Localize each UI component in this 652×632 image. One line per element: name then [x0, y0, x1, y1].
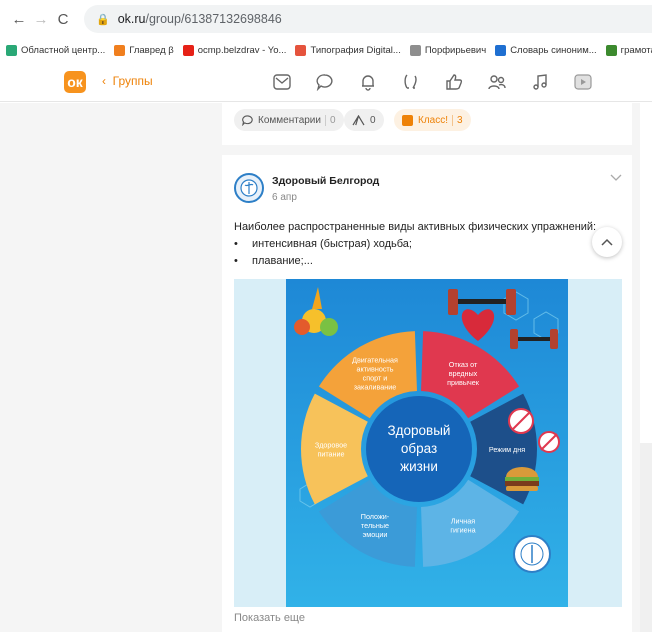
list-item: • плавание;... [234, 253, 626, 270]
wheel-segment-label: Личная [451, 517, 475, 526]
post-card: Здоровый Белгород 6 апр Наиболее распрос… [222, 155, 632, 632]
wheel-segment-label: активность [357, 364, 394, 373]
share-button[interactable]: 0 [344, 109, 384, 131]
list-item: • интенсивная (быстрая) ходьба; [234, 236, 626, 253]
guests-icon[interactable] [391, 71, 431, 93]
wheel-segment-label: закаливание [354, 382, 397, 391]
groups-back-link[interactable]: ‹ Группы [102, 74, 153, 88]
bookmark-label: Областной центр... [21, 44, 106, 56]
music-icon[interactable] [520, 71, 560, 93]
group-name[interactable]: Здоровый Белгород [272, 175, 379, 187]
klass-icon [402, 114, 413, 126]
bookmark-label: Главред β [129, 44, 174, 56]
bookmark-label: Типография Digital... [310, 44, 401, 56]
wheel-segment-label: Положи- [361, 512, 390, 521]
wheel-segment-label: привычек [447, 378, 480, 387]
bookmark-label: Порфирьевич [424, 44, 487, 56]
show-more-link[interactable]: Показать еще [234, 612, 305, 624]
right-panel-lower [640, 443, 652, 632]
url-path: /group/61387132698846 [145, 12, 282, 26]
url-domain: ok.ru [117, 12, 146, 26]
prev-post-actions: Комментарии 0 0 Класс! 3 [222, 103, 632, 145]
wheel-segment-label: гигиена [450, 526, 475, 535]
groups-back-label: Группы [112, 74, 153, 88]
video-icon[interactable] [563, 71, 603, 93]
bookmark-label: ocmp.belzdrav - Yo... [197, 44, 287, 56]
top-nav-icons [262, 71, 606, 93]
burger-illustration [505, 467, 539, 491]
bookmark-favicon-icon [605, 44, 617, 56]
bookmark-item[interactable]: Типография Digital... [295, 44, 401, 56]
post-text: Наиболее распространенные виды активных … [234, 219, 626, 270]
wheel-center-label: жизни [400, 459, 438, 474]
infographic: Двигательнаяактивностьспорт изакаливание… [234, 279, 622, 607]
wheel-segment-label: Режим дня [489, 445, 525, 454]
group-avatar[interactable] [234, 173, 264, 203]
bookmark-favicon-icon [409, 44, 421, 56]
chat-icon[interactable] [305, 71, 345, 93]
bookmark-label: Словарь синоним... [510, 44, 597, 56]
ok-logo[interactable]: ок [64, 71, 86, 93]
wheel-center-label: Здоровый [388, 423, 451, 438]
forward-arrow-icon[interactable]: → [30, 11, 52, 28]
left-sidebar [0, 103, 222, 632]
bookmark-item[interactable]: Главред β [114, 44, 174, 56]
wheel-segment-label: питание [317, 450, 344, 459]
back-arrow-icon[interactable]: ← [8, 11, 30, 28]
klass-count: 3 [452, 114, 463, 126]
wheel-segment-label: вредных [449, 369, 478, 378]
bookmark-label: грамота [620, 44, 652, 56]
bookmark-favicon-icon [114, 44, 126, 56]
bookmark-item[interactable]: ocmp.belzdrav - Yo... [182, 44, 287, 56]
right-panel [640, 103, 652, 443]
shares-count: 0 [370, 114, 376, 126]
bell-icon[interactable] [348, 71, 388, 93]
friends-icon[interactable] [477, 71, 517, 93]
wheel-segment-label: тельные [361, 521, 389, 530]
wheel-segment-label: Здоровое [315, 441, 347, 450]
wheel-segment-label: эмоции [363, 530, 388, 539]
feed-area: Комментарии 0 0 Класс! 3 Здоровый Белгор… [0, 103, 652, 632]
comments-label: Комментарии [258, 114, 321, 126]
bookmark-item[interactable]: Областной центр... [6, 44, 106, 56]
share-icon [352, 114, 365, 125]
reload-icon[interactable]: C [52, 11, 74, 28]
bookmarks-bar: Областной центр... Главред β ocmp.belzdrav… [0, 38, 652, 62]
mail-icon[interactable] [262, 71, 302, 93]
wheel-segment-label: спорт и [363, 373, 388, 382]
comments-count: 0 [324, 114, 336, 126]
emblem-logo [513, 535, 551, 573]
post-intro: Наиболее распространенные виды активных … [234, 221, 597, 233]
bookmark-item[interactable]: грамота [605, 44, 652, 56]
bookmark-favicon-icon [182, 44, 194, 56]
wheel-segment-label: Отказ от [449, 360, 478, 369]
post-image[interactable]: Двигательная активность спорт и закаливание… [234, 279, 622, 607]
bookmark-favicon-icon [495, 44, 507, 56]
bullet-text: плавание;... [252, 255, 313, 267]
bookmark-favicon-icon [295, 44, 307, 56]
chevron-down-icon[interactable] [610, 173, 622, 185]
wheel-segment-label: Двигательная [352, 355, 398, 364]
wheel-center-label: образ [401, 441, 437, 456]
like-icon[interactable] [434, 71, 474, 93]
comment-icon [242, 114, 253, 126]
klass-button[interactable]: Класс! 3 [394, 109, 471, 131]
bookmark-item[interactable]: Порфирьевич [409, 44, 487, 56]
browser-window: ← → C 🔒 ok.ru/group/61387132698846 Облас… [0, 0, 652, 632]
bookmark-item[interactable]: Словарь синоним... [495, 44, 597, 56]
bullet-text: интенсивная (быстрая) ходьба; [252, 238, 412, 250]
bookmark-favicon-icon [6, 44, 17, 56]
comments-button[interactable]: Комментарии 0 [234, 109, 344, 131]
post-date: 6 апр [272, 192, 297, 203]
scroll-up-button[interactable] [592, 227, 622, 257]
url-field[interactable]: 🔒 ok.ru/group/61387132698846 [84, 5, 652, 33]
address-bar-row: ← → C 🔒 ok.ru/group/61387132698846 [0, 0, 652, 38]
lock-icon: 🔒 [96, 13, 110, 26]
ok-header: ок ‹ Группы [0, 62, 652, 102]
klass-label: Класс! [418, 114, 448, 126]
